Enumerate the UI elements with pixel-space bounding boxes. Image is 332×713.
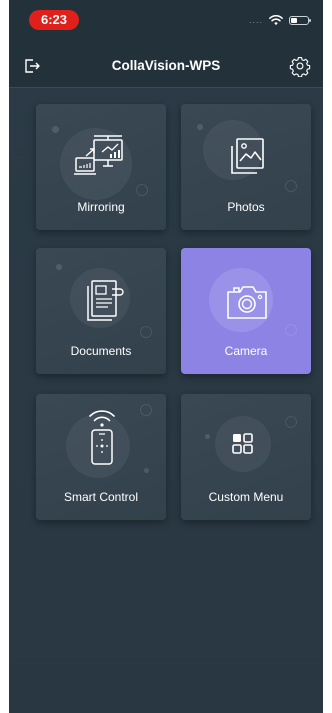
decor-ring bbox=[285, 324, 297, 336]
custom-menu-tile[interactable]: Custom Menu bbox=[181, 394, 311, 520]
smart-control-tile[interactable]: Smart Control bbox=[36, 394, 166, 520]
status-bar: 6:23 .... bbox=[9, 0, 323, 44]
navigation-bar: CollaVision-WPS bbox=[9, 44, 323, 88]
documents-tile[interactable]: Documents bbox=[36, 248, 166, 374]
decor-ring bbox=[285, 180, 297, 192]
grid-menu-icon bbox=[232, 433, 253, 454]
camera-icon bbox=[227, 286, 267, 319]
decor-ring bbox=[140, 404, 152, 416]
decor-ring bbox=[285, 416, 297, 428]
decor-dot bbox=[205, 434, 210, 439]
camera-tile[interactable]: Camera bbox=[181, 248, 311, 374]
decor-dot bbox=[144, 468, 149, 473]
remote-control-icon bbox=[89, 410, 115, 465]
battery-icon bbox=[289, 15, 311, 25]
status-time: 6:23 bbox=[29, 10, 79, 30]
status-indicators: .... bbox=[248, 13, 311, 27]
app-screen: 6:23 .... CollaVision-WPS Mirroring Phot… bbox=[9, 0, 323, 713]
decor-ring bbox=[136, 184, 148, 196]
tile-label: Photos bbox=[227, 200, 265, 214]
photos-tile[interactable]: Photos bbox=[181, 104, 311, 230]
gear-icon[interactable] bbox=[289, 55, 311, 77]
document-icon bbox=[87, 280, 124, 321]
tile-label: Smart Control bbox=[63, 490, 139, 504]
decor-dot bbox=[197, 124, 203, 130]
page-title: CollaVision-WPS bbox=[111, 58, 221, 73]
tile-label: Mirroring bbox=[77, 200, 125, 214]
decor-dot bbox=[56, 264, 62, 270]
tile-label: Custom Menu bbox=[208, 490, 284, 504]
decor-dot bbox=[52, 126, 59, 133]
photo-album-icon bbox=[231, 138, 264, 174]
signal-dots: .... bbox=[248, 15, 263, 25]
tile-label: Camera bbox=[224, 344, 268, 358]
screen-mirroring-icon bbox=[74, 135, 123, 175]
wifi-icon bbox=[269, 14, 283, 26]
tile-label: Documents bbox=[70, 344, 132, 358]
decor-ring bbox=[140, 326, 152, 338]
mirroring-tile[interactable]: Mirroring bbox=[36, 104, 166, 230]
